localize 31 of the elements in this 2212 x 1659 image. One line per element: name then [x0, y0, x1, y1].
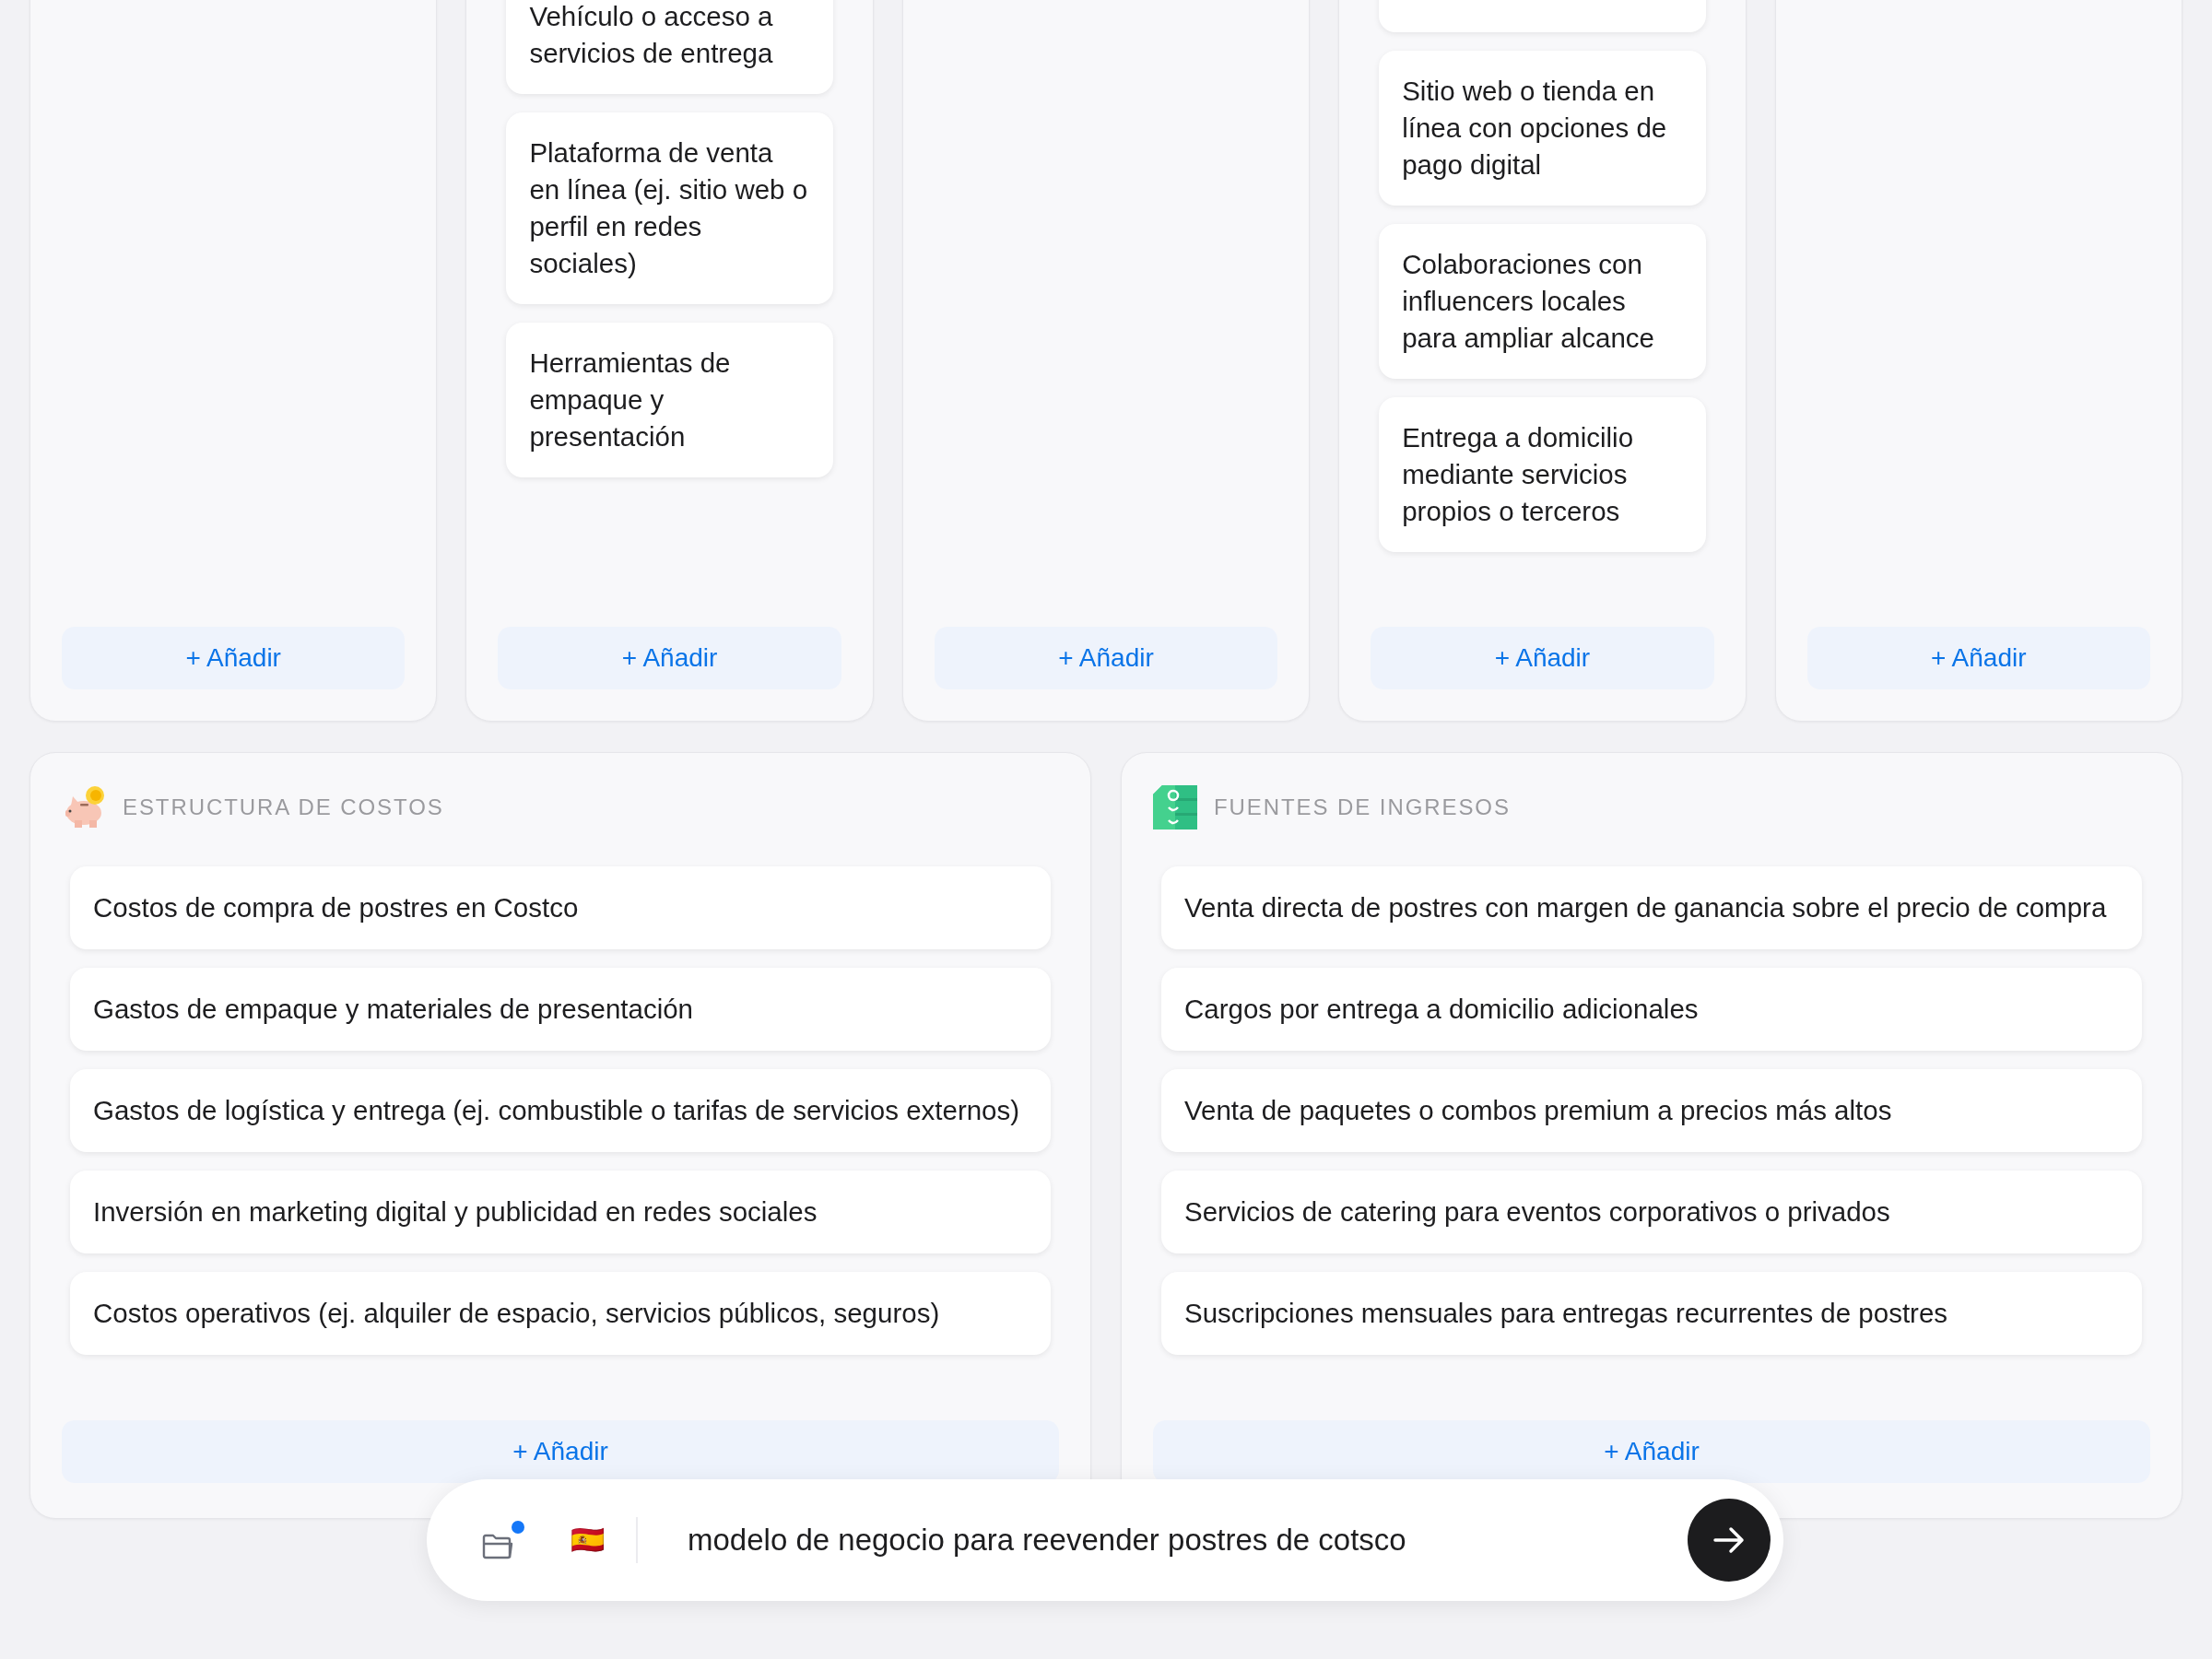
item-card: Gastos de logística y entrega (ej. combustible o tarifas de servicios externos) — [70, 1069, 1051, 1152]
folder-button[interactable] — [482, 1521, 524, 1559]
note-card: Plataforma de venta en línea (ej. sitio web o perfil en redes sociales) — [506, 112, 833, 304]
item-card: Cargos por entrega a domicilio adicionales — [1161, 968, 2142, 1051]
add-button[interactable]: + Añadir — [62, 1420, 1059, 1483]
item-card: Venta directa de postres con margen de ganancia sobre el precio de compra — [1161, 866, 2142, 949]
add-button[interactable]: + Añadir — [1371, 627, 1714, 689]
note-card: Herramientas de empaque y presentación — [506, 323, 833, 477]
add-button[interactable]: + Añadir — [934, 627, 1278, 689]
note-card: Entrega a domicilio mediante servicios propios o terceros — [1379, 397, 1706, 552]
item-card: Servicios de catering para eventos corporativos o privados — [1161, 1171, 2142, 1253]
item-card: Suscripciones mensuales para entregas recurrentes de postres — [1161, 1272, 2142, 1355]
item-card: Costos operativos (ej. alquiler de espacio, servicios públicos, seguros) — [70, 1272, 1051, 1355]
prompt-field[interactable]: 🇪🇸 modelo de negocio para reevender postres de cotsco — [427, 1479, 1783, 1601]
item-card: Venta de paquetes o combos premium a precios más altos — [1161, 1069, 2142, 1152]
note-card: Vehículo o acceso a servicios de entrega — [506, 0, 833, 94]
note-card: Colaboraciones con influencers locales para ampliar alcance — [1379, 224, 1706, 379]
add-button[interactable]: + Añadir — [1806, 627, 2150, 689]
cabinet-icon — [1153, 785, 1197, 830]
add-button[interactable]: + Añadir — [498, 627, 841, 689]
section-title: ESTRUCTURA DE COSTOS — [123, 794, 444, 821]
note-card: Sitio web o tienda en línea con opciones de pago digital — [1379, 51, 1706, 206]
item-card: Gastos de empaque y materiales de presentación — [70, 968, 1051, 1051]
section-title: FUENTES DE INGRESOS — [1214, 794, 1511, 821]
item-card: Inversión en marketing digital y publicidad en redes sociales — [70, 1171, 1051, 1253]
add-button[interactable]: + Añadir — [62, 627, 406, 689]
arrow-right-icon — [1712, 1525, 1746, 1555]
language-flag-button[interactable]: 🇪🇸 — [571, 1526, 605, 1554]
add-button[interactable]: + Añadir — [1153, 1420, 2150, 1483]
folder-icon — [482, 1534, 513, 1559]
item-card: Costos de compra de postres en Costco — [70, 866, 1051, 949]
